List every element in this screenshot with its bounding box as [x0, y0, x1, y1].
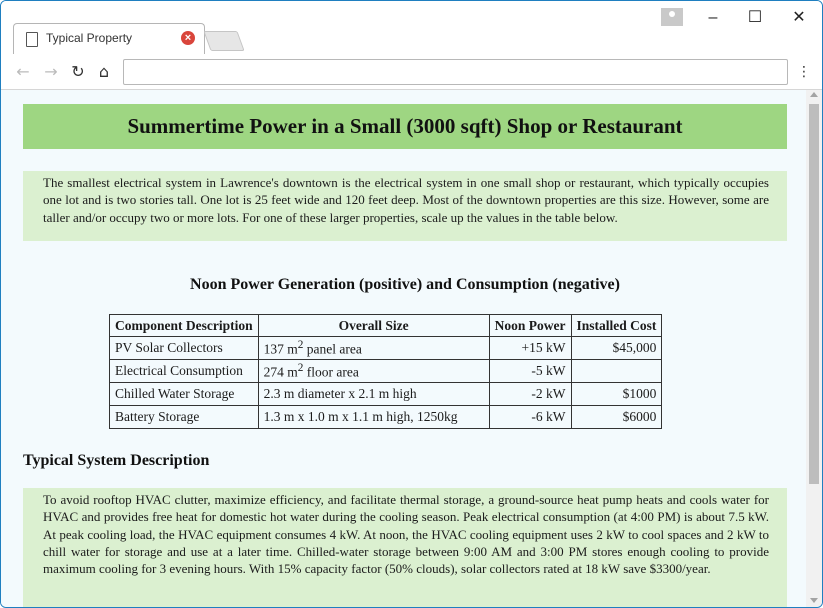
table-heading: Noon Power Generation (positive) and Con…	[190, 276, 620, 293]
size-cell: 137 m2 panel area	[257, 336, 490, 360]
minimize-button[interactable]: –	[702, 9, 724, 27]
home-icon[interactable]: ⌂	[94, 62, 114, 82]
power-cell: -5 kW	[488, 359, 572, 383]
scroll-up-arrow-icon[interactable]	[810, 92, 818, 97]
intro-paragraph: The smallest electrical system in Lawren…	[23, 171, 787, 241]
forward-icon[interactable]: →	[41, 62, 61, 82]
table-row: PV Solar Collectors 137 m2 panel area +1…	[109, 336, 663, 360]
title-bar: Typical Property × – ☐ ✕	[1, 1, 822, 55]
cost-cell: $6000	[570, 405, 663, 429]
column-header-component: Component Description	[109, 314, 259, 337]
cost-cell: $45,000	[570, 336, 663, 360]
table-header-row: Component Description Overall Size Noon …	[109, 314, 663, 337]
page-icon	[26, 32, 38, 47]
size-cell: 1.3 m x 1.0 m x 1.1 m high, 1250kg	[257, 405, 490, 429]
column-header-power: Noon Power	[488, 314, 572, 337]
column-header-size: Overall Size	[257, 314, 490, 337]
description-paragraph: To avoid rooftop HVAC clutter, maximize …	[23, 488, 787, 607]
power-cell: -6 kW	[488, 405, 572, 429]
component-cell: Battery Storage	[109, 405, 259, 429]
table-row: Battery Storage 1.3 m x 1.0 m x 1.1 m hi…	[109, 405, 663, 429]
close-window-button[interactable]: ✕	[788, 9, 810, 27]
component-cell: Chilled Water Storage	[109, 382, 259, 406]
table-row: Chilled Water Storage 2.3 m diameter x 2…	[109, 382, 663, 406]
component-cell: Electrical Consumption	[109, 359, 259, 383]
new-tab-button[interactable]	[203, 31, 245, 51]
page-title: Summertime Power in a Small (3000 sqft) …	[23, 104, 787, 149]
component-cell: PV Solar Collectors	[109, 336, 259, 360]
cost-cell: $1000	[570, 382, 663, 406]
size-cell: 2.3 m diameter x 2.1 m high	[257, 382, 490, 406]
scrollbar-thumb[interactable]	[809, 104, 819, 484]
reload-icon[interactable]: ↻	[68, 62, 88, 82]
user-icon[interactable]	[661, 8, 683, 26]
maximize-button[interactable]: ☐	[744, 9, 766, 27]
table-row: Electrical Consumption 274 m2 floor area…	[109, 359, 663, 383]
power-cell: -2 kW	[488, 382, 572, 406]
scroll-down-arrow-icon[interactable]	[810, 598, 818, 603]
cost-cell	[570, 359, 663, 383]
power-table: Component Description Overall Size Noon …	[109, 314, 663, 429]
back-icon[interactable]: ←	[13, 62, 33, 82]
vertical-scrollbar[interactable]	[806, 90, 822, 607]
browser-toolbar: ← → ↻ ⌂ ⋮	[1, 55, 822, 90]
size-cell: 274 m2 floor area	[257, 359, 490, 383]
tab-close-icon[interactable]: ×	[181, 31, 195, 45]
address-bar[interactable]	[123, 59, 788, 85]
page-content: Summertime Power in a Small (3000 sqft) …	[1, 90, 806, 607]
section-heading: Typical System Description	[23, 452, 210, 469]
browser-tab[interactable]: Typical Property ×	[13, 23, 205, 54]
tab-title: Typical Property	[46, 31, 133, 45]
power-cell: +15 kW	[488, 336, 572, 360]
browser-window: Typical Property × – ☐ ✕ ← → ↻ ⌂ ⋮ Summe…	[0, 0, 823, 608]
kebab-menu-icon[interactable]: ⋮	[796, 62, 812, 82]
column-header-cost: Installed Cost	[570, 314, 663, 337]
